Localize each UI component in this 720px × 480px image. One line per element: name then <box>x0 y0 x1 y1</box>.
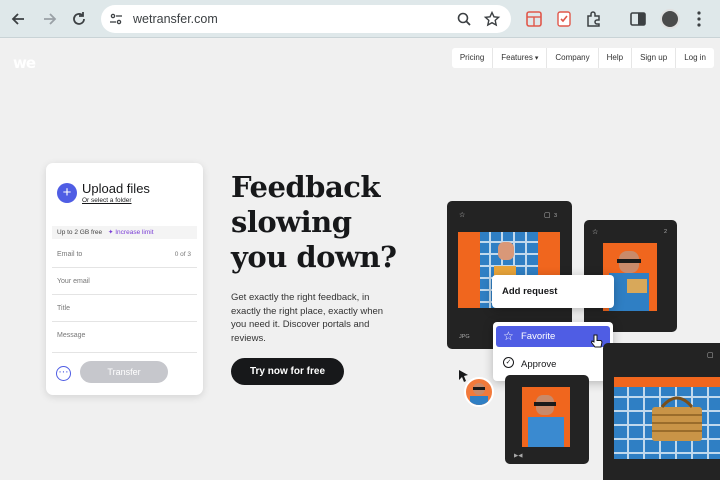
back-icon[interactable] <box>8 8 30 30</box>
size-limit-text: Up to 2 GB free <box>57 229 103 236</box>
extension-checklist-icon[interactable] <box>554 9 574 29</box>
url-text[interactable]: wetransfer.com <box>133 12 218 26</box>
profile-avatar[interactable] <box>660 9 680 29</box>
panel3-footer-icon: ▶◀ <box>514 453 523 459</box>
panel2-count: 2 <box>664 229 668 235</box>
increase-limit-label: Increase limit <box>115 229 154 236</box>
favorite-star-icon: ☆ <box>503 329 514 343</box>
wetransfer-logo[interactable]: we <box>13 54 36 72</box>
comment-icon: ▢ <box>544 212 551 219</box>
top-navigation: Pricing Features ▾ Company Help Sign up L… <box>451 48 714 68</box>
zoom-icon[interactable] <box>455 10 473 28</box>
mockup-panel-4: ▢ <box>603 343 720 480</box>
hero-title: Feedback slowing you down? <box>231 170 411 275</box>
nav-features[interactable]: Features ▾ <box>492 48 546 68</box>
add-request-label: Add request <box>502 286 558 297</box>
mockup-panel-3: ▶◀ <box>505 375 589 464</box>
your-email-placeholder: Your email <box>57 278 90 285</box>
fashion-photo-3 <box>522 387 570 447</box>
bookmark-star-icon[interactable] <box>483 10 501 28</box>
title-placeholder: Title <box>57 305 70 312</box>
browser-menu-icon[interactable] <box>692 8 706 30</box>
hero-subtitle: Get exactly the right feedback, in exact… <box>231 292 384 344</box>
extensions-puzzle-icon[interactable] <box>584 9 604 29</box>
title-field[interactable]: Title <box>52 296 197 322</box>
nav-features-label: Features <box>501 53 533 62</box>
increase-limit-link[interactable]: ✦ Increase limit <box>108 229 154 236</box>
email-to-placeholder: Email to <box>57 251 83 258</box>
nav-help[interactable]: Help <box>597 48 631 68</box>
nav-sign-up[interactable]: Sign up <box>631 48 675 68</box>
transfer-button[interactable]: Transfer <box>80 361 168 383</box>
approve-check-icon: ✓ <box>503 357 514 368</box>
email-count: 0 of 3 <box>174 251 191 258</box>
upload-card: + Upload files Or select a folder Up to … <box>46 163 203 395</box>
message-field[interactable]: Message <box>52 323 197 353</box>
options-icon[interactable]: ⋯ <box>56 366 71 381</box>
fashion-photo-4 <box>614 377 720 459</box>
size-limit-bar: Up to 2 GB free ✦ Increase limit <box>52 226 197 239</box>
chevron-down-icon: ▾ <box>534 55 539 62</box>
hand-cursor-icon <box>590 334 603 353</box>
try-now-button[interactable]: Try now for free <box>231 358 344 385</box>
extension-red-icon[interactable] <box>524 9 544 29</box>
star-icon: ☆ <box>459 212 466 219</box>
nav-pricing[interactable]: Pricing <box>452 48 492 68</box>
email-to-field[interactable]: Email to 0 of 3 <box>52 242 197 268</box>
panel4-comment-icon: ▢ <box>707 352 714 359</box>
your-email-field[interactable]: Your email <box>52 269 197 295</box>
collaborator-avatar <box>464 377 494 407</box>
message-placeholder: Message <box>57 332 86 339</box>
panel2-star-icon: ☆ <box>592 229 599 236</box>
panel1-file-format: JPG <box>459 334 470 340</box>
site-settings-icon[interactable] <box>109 12 123 26</box>
add-request-popup[interactable]: Add request <box>492 275 614 308</box>
address-bar[interactable]: wetransfer.com <box>101 5 511 33</box>
upload-files-title[interactable]: Upload files <box>82 181 150 196</box>
nav-company[interactable]: Company <box>546 48 597 68</box>
hero-title-line-1: Feedback <box>231 170 381 204</box>
favorite-label: Favorite <box>521 331 556 342</box>
browser-toolbar: wetransfer.com <box>0 0 720 38</box>
panel1-comment-count: 3 <box>554 213 558 219</box>
approve-label: Approve <box>521 359 557 370</box>
page-content: we Pricing Features ▾ Company Help Sign u… <box>0 39 720 480</box>
forward-icon[interactable] <box>38 8 60 30</box>
nav-log-in[interactable]: Log in <box>675 48 714 68</box>
side-panel-icon[interactable] <box>628 9 648 29</box>
approve-option[interactable]: ✓ Approve <box>496 354 610 375</box>
add-files-button[interactable]: + <box>57 183 77 203</box>
reload-icon[interactable] <box>68 8 90 30</box>
hero-title-line-3: you down? <box>231 240 397 274</box>
hero-title-line-2: slowing <box>231 205 352 239</box>
select-folder-link[interactable]: Or select a folder <box>82 197 132 204</box>
